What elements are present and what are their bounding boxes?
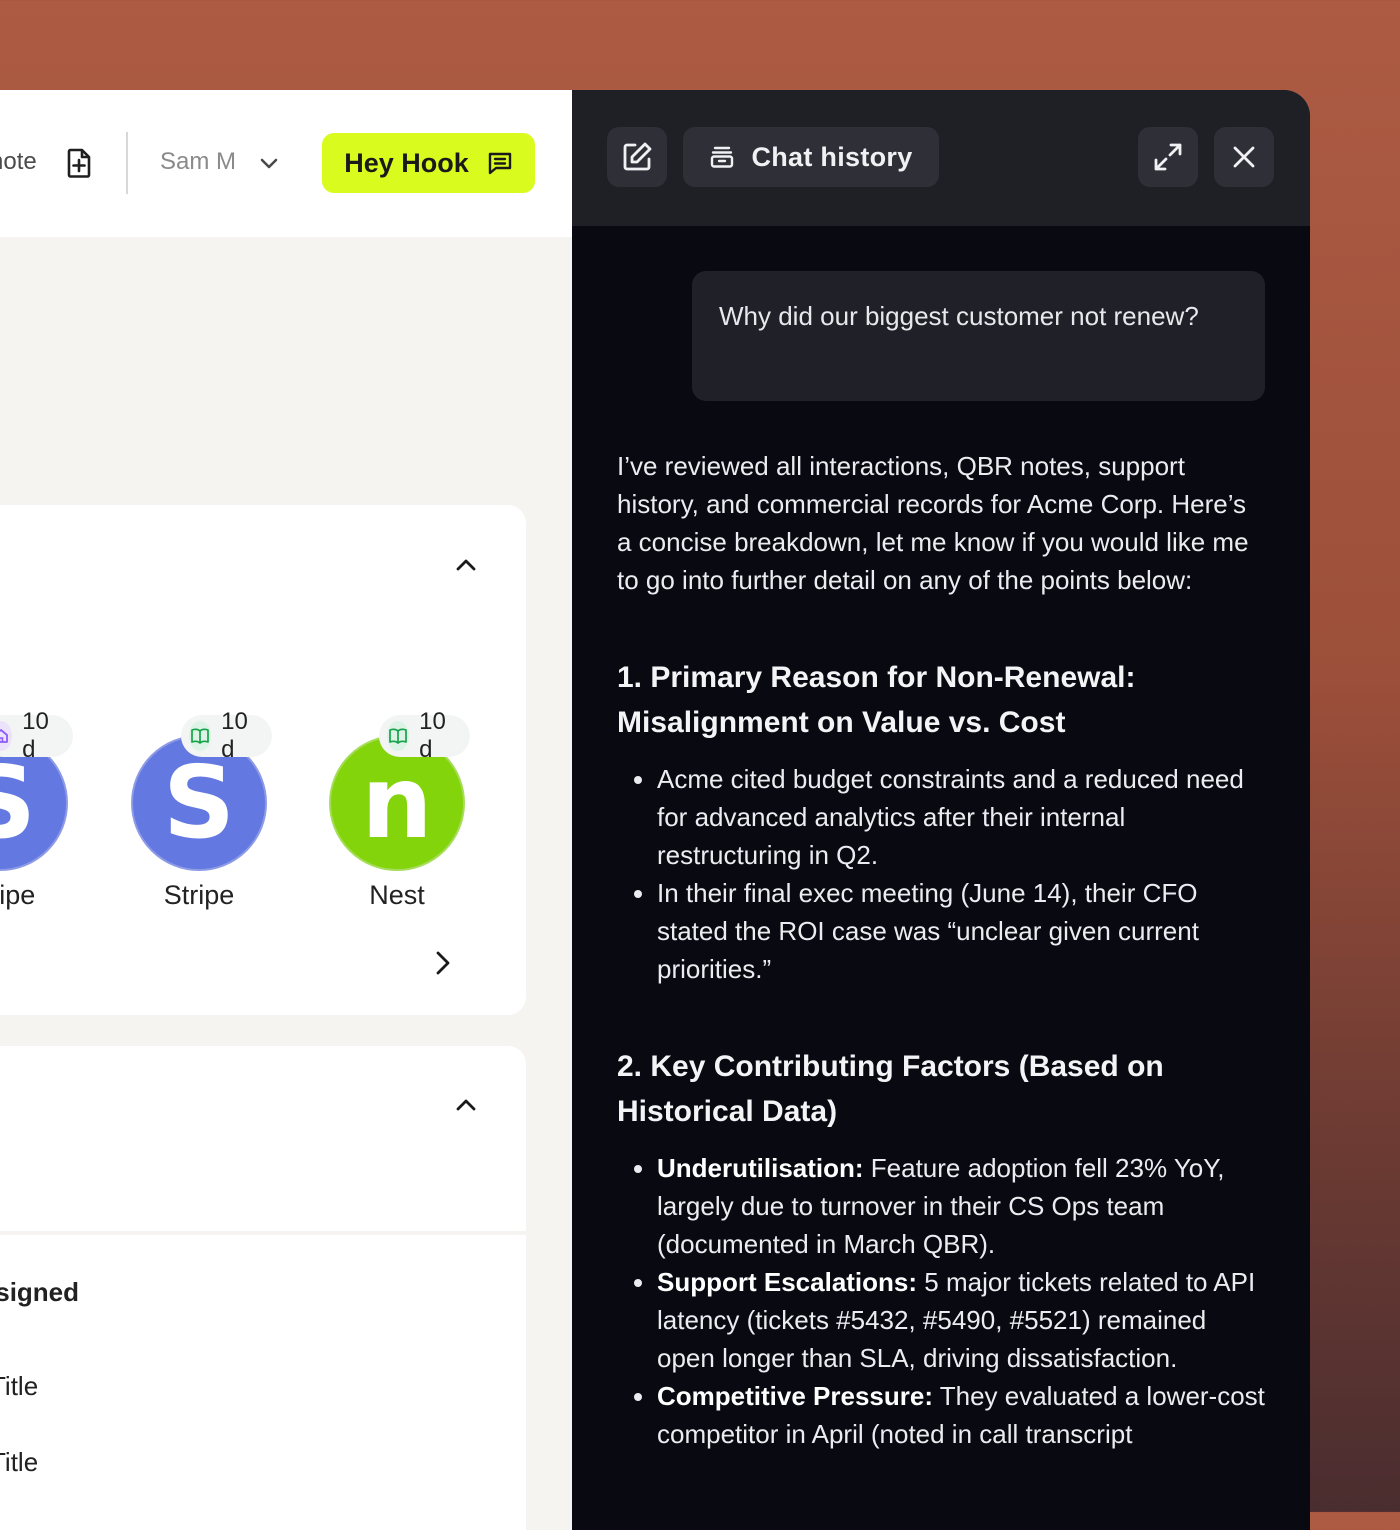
time-badge: 10 d <box>379 708 470 763</box>
avatar-letter: S <box>162 744 236 861</box>
list-item-title[interactable]: Title <box>0 1447 38 1478</box>
expand-icon <box>1154 143 1182 171</box>
file-plus-icon[interactable] <box>66 148 92 178</box>
time-badge: 10 d <box>181 708 272 763</box>
home-icon <box>0 721 13 751</box>
answer-intro: I’ve reviewed all interactions, QBR note… <box>617 451 1249 595</box>
archive-icon <box>711 146 734 168</box>
chat-header: Chat history <box>572 90 1310 226</box>
chat-history-label: Chat history <box>751 141 913 172</box>
bullet-label: Support Escalations: <box>657 1267 918 1297</box>
chevron-up-icon[interactable] <box>451 550 481 580</box>
company-name: Nest <box>369 880 425 910</box>
bullet-label: Competitive Pressure: <box>657 1381 933 1411</box>
company-name: Stripe <box>0 880 36 910</box>
main-app: note Sam M Hey Hook <box>0 90 572 1530</box>
avatar-letter: n <box>361 744 433 861</box>
bullet-item: Underutilisation: Feature adoption fell … <box>657 1149 1267 1263</box>
bullet-item: Support Escalations: 5 major tickets rel… <box>657 1263 1267 1377</box>
bullet-list: Underutilisation: Feature adoption fell … <box>617 1149 1267 1453</box>
section-card <box>0 1046 526 1231</box>
edit-icon <box>623 142 652 171</box>
company-item[interactable]: S 10 d Stripe <box>131 708 272 915</box>
app-window: note Sam M Hey Hook <box>0 90 1310 1530</box>
bullet-item: In their final exec meeting (June 14), t… <box>657 874 1267 988</box>
close-button[interactable] <box>1214 127 1274 187</box>
time-badge: 10 d <box>0 708 73 763</box>
user-message: Why did our biggest customer not renew? <box>692 271 1265 401</box>
company-name: Stripe <box>163 880 235 910</box>
top-bar: note Sam M Hey Hook <box>0 90 572 237</box>
bullet-list: Acme cited budget constraints and a redu… <box>617 760 1267 988</box>
chat-history-button[interactable]: Chat history <box>683 127 939 187</box>
list-item-title[interactable]: Title <box>0 1371 38 1402</box>
assigned-header: Assigned <box>0 1277 80 1307</box>
hey-hook-button[interactable]: Hey Hook <box>322 133 535 193</box>
book-icon <box>189 721 212 751</box>
avatar-letter: S <box>0 753 36 853</box>
assistant-message: I’ve reviewed all interactions, QBR note… <box>617 447 1267 1453</box>
message-icon <box>488 152 511 175</box>
badge-text: 10 d <box>419 708 446 763</box>
section-heading: 1. Primary Reason for Non-Renewal: Misal… <box>617 661 1136 739</box>
divider <box>126 132 128 194</box>
badge-text: 10 d <box>221 708 248 763</box>
chat-panel: Chat history Why did our biggest custome… <box>572 90 1310 1530</box>
bullet-item: Acme cited budget constraints and a redu… <box>657 760 1267 874</box>
new-chat-button[interactable] <box>607 127 667 187</box>
close-icon <box>1233 146 1255 168</box>
user-menu[interactable]: Sam M <box>160 148 236 176</box>
chevron-up-icon[interactable] <box>451 1090 481 1120</box>
book-icon <box>387 721 410 751</box>
company-item[interactable]: n 10 d Nest <box>329 708 470 915</box>
bullet-item: Competitive Pressure: They evaluated a l… <box>657 1377 1267 1453</box>
new-note-label[interactable]: note <box>0 148 37 176</box>
company-item[interactable]: S 10 d Stripe <box>0 708 73 915</box>
chevron-down-icon[interactable] <box>258 152 280 174</box>
chevron-right-icon[interactable] <box>428 948 458 978</box>
hey-hook-label: Hey Hook <box>344 147 469 178</box>
bullet-label: Underutilisation: <box>657 1153 864 1183</box>
expand-button[interactable] <box>1138 127 1198 187</box>
badge-text: 10 d <box>22 708 49 763</box>
section-heading: 2. Key Contributing Factors (Based on Hi… <box>617 1050 1164 1128</box>
